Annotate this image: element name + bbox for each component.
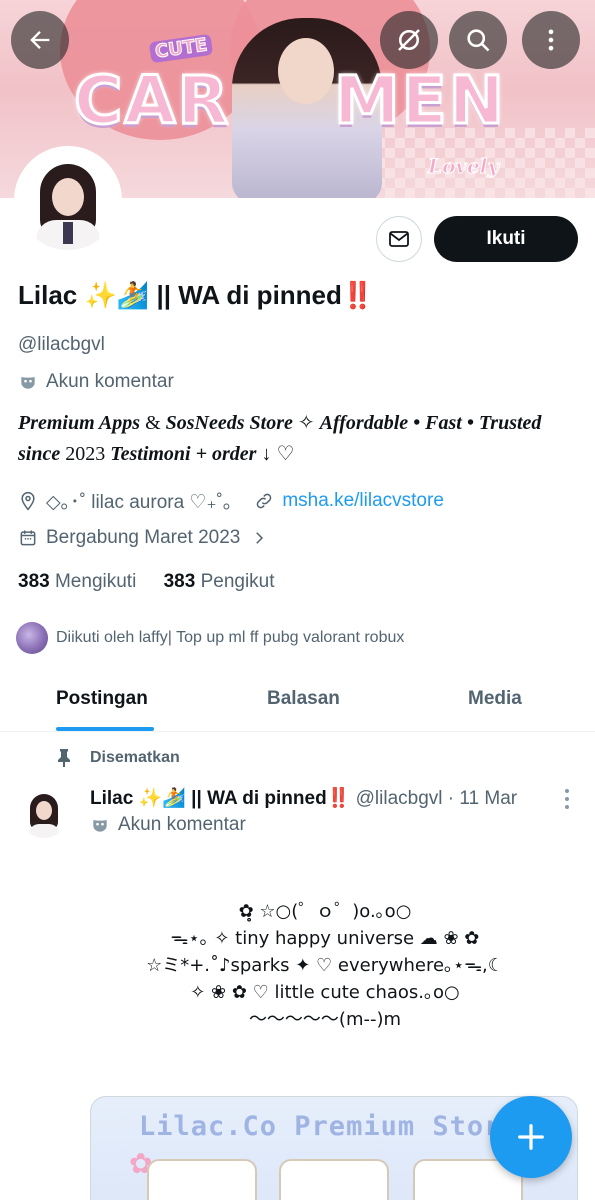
follow-button[interactable]: Ikuti xyxy=(434,216,578,262)
more-button[interactable] xyxy=(522,11,580,69)
profile-tabs: Postingan Balasan Media xyxy=(0,672,595,732)
post-body: ✿̥̥ ☆○(゜ｏ゜)o.｡o○ ᯓ⋆｡ ✧ tiny happy univer… xyxy=(90,898,560,1033)
location-text: ◇｡･˚ lilac aurora ♡₊˚｡ xyxy=(46,492,233,513)
profile-handle: @lilacbgvl xyxy=(18,334,105,355)
robot-icon xyxy=(21,377,35,389)
hide-icon xyxy=(398,29,420,51)
follower-avatar xyxy=(16,622,48,654)
followers-count: 383 xyxy=(163,571,196,592)
followed-by-row[interactable]: Diikuti oleh laffy| Top up ml ff pubg va… xyxy=(16,622,404,654)
post-avatar[interactable] xyxy=(20,790,68,838)
pinned-label-row: Disematkan xyxy=(56,748,180,768)
automated-text: Akun komentar xyxy=(46,371,174,392)
post-author[interactable]: Lilac ✨🏄 || WA di pinned‼️ xyxy=(90,788,350,809)
post-line: ☆ミ*+.˚♪sparks ✦ ♡ everywhere｡⋆ᯓ,☾ xyxy=(146,955,504,976)
plus-icon xyxy=(518,1124,544,1150)
tab-posts[interactable]: Postingan xyxy=(56,688,148,710)
tab-media[interactable]: Media xyxy=(468,688,522,710)
banner-face xyxy=(278,38,334,104)
following-count: 383 xyxy=(18,571,50,592)
followed-by-text: Diikuti oleh laffy| Top up ml ff pubg va… xyxy=(56,629,405,646)
profile-link[interactable]: msha.ke/lilacvstore xyxy=(282,490,444,512)
product-card xyxy=(147,1159,257,1200)
banner-title-right: MEN xyxy=(333,61,506,141)
pin-icon xyxy=(58,749,70,767)
post-image-title: Lilac.Co Premium Store xyxy=(139,1111,519,1142)
joined-row[interactable]: Bergabung Maret 2023 xyxy=(18,527,268,549)
chevron-right-icon xyxy=(256,532,264,544)
bio-part: SosNeeds Store xyxy=(165,412,293,434)
bio-part: Testimoni + order xyxy=(110,443,257,465)
active-tab-indicator xyxy=(56,727,154,731)
following-label: Mengikuti xyxy=(54,571,137,592)
message-button[interactable] xyxy=(376,216,422,262)
bio-part: since xyxy=(18,443,61,465)
robot-icon xyxy=(93,820,107,832)
post-more-button[interactable] xyxy=(562,788,572,815)
bio-part: Premium Apps xyxy=(18,412,141,434)
more-vertical-icon xyxy=(548,29,554,51)
back-arrow-icon xyxy=(30,31,50,49)
mail-icon xyxy=(389,231,409,247)
following-link[interactable]: 383 Mengikuti xyxy=(18,571,136,592)
bio-part: Affordable • Fast • Trusted xyxy=(319,412,542,434)
meta-location-link: ◇｡･˚ lilac aurora ♡₊˚｡ msha.ke/lilacvsto… xyxy=(18,487,444,514)
profile-bio: Premium Apps & SosNeeds Store ✧ Affordab… xyxy=(18,408,578,470)
post-line: ✧ ❀ ✿ ♡ little cute chaos.｡o○ xyxy=(190,982,460,1003)
profile-avatar[interactable] xyxy=(14,146,122,254)
post-line: ✿̥̥ ☆○(゜ｏ゜)o.｡o○ xyxy=(238,901,412,922)
post-meta: @lilacbgvl · 11 Mar xyxy=(350,788,518,809)
post-line: ᯓ⋆｡ ✧ tiny happy universe ☁︎ ❀ ✿ xyxy=(170,928,480,949)
location-icon xyxy=(21,491,35,510)
followers-label: Pengikut xyxy=(200,571,275,592)
post-automated-label[interactable]: Akun komentar xyxy=(90,814,246,836)
link-icon xyxy=(257,493,272,508)
tab-replies[interactable]: Balasan xyxy=(267,688,340,710)
search-button[interactable] xyxy=(449,11,507,69)
search-icon xyxy=(467,29,490,52)
bio-part: ✧ xyxy=(292,412,320,434)
post-header: Lilac ✨🏄 || WA di pinned‼️ @lilacbgvl · … xyxy=(90,786,517,810)
bio-part: 2023 xyxy=(60,443,111,465)
post-line: ～～～～～(m--)m xyxy=(248,1009,402,1030)
pinned-text: Disematkan xyxy=(90,749,180,766)
follow-counts: 383 Mengikuti 383 Pengikut xyxy=(18,571,275,593)
hide-button[interactable] xyxy=(380,11,438,69)
joined-text: Bergabung Maret 2023 xyxy=(46,527,241,548)
compose-button[interactable] xyxy=(490,1096,572,1178)
banner-title-left: CAR xyxy=(72,61,231,141)
bio-part: ↓ ♡ xyxy=(256,443,295,465)
post-automated-text: Akun komentar xyxy=(118,814,246,835)
profile-name: Lilac ✨🏄 || WA di pinned‼️ xyxy=(18,280,375,310)
calendar-icon xyxy=(20,530,36,546)
bio-part: & xyxy=(140,412,166,434)
back-button[interactable] xyxy=(11,11,69,69)
automated-account-label[interactable]: Akun komentar xyxy=(18,371,174,393)
followers-link[interactable]: 383 Pengikut xyxy=(164,571,275,592)
product-card xyxy=(279,1159,389,1200)
more-vertical-icon xyxy=(565,789,569,809)
avatar-tie xyxy=(63,222,73,244)
banner-lovely-text: Lovely xyxy=(428,154,500,179)
avatar-face xyxy=(52,178,84,216)
